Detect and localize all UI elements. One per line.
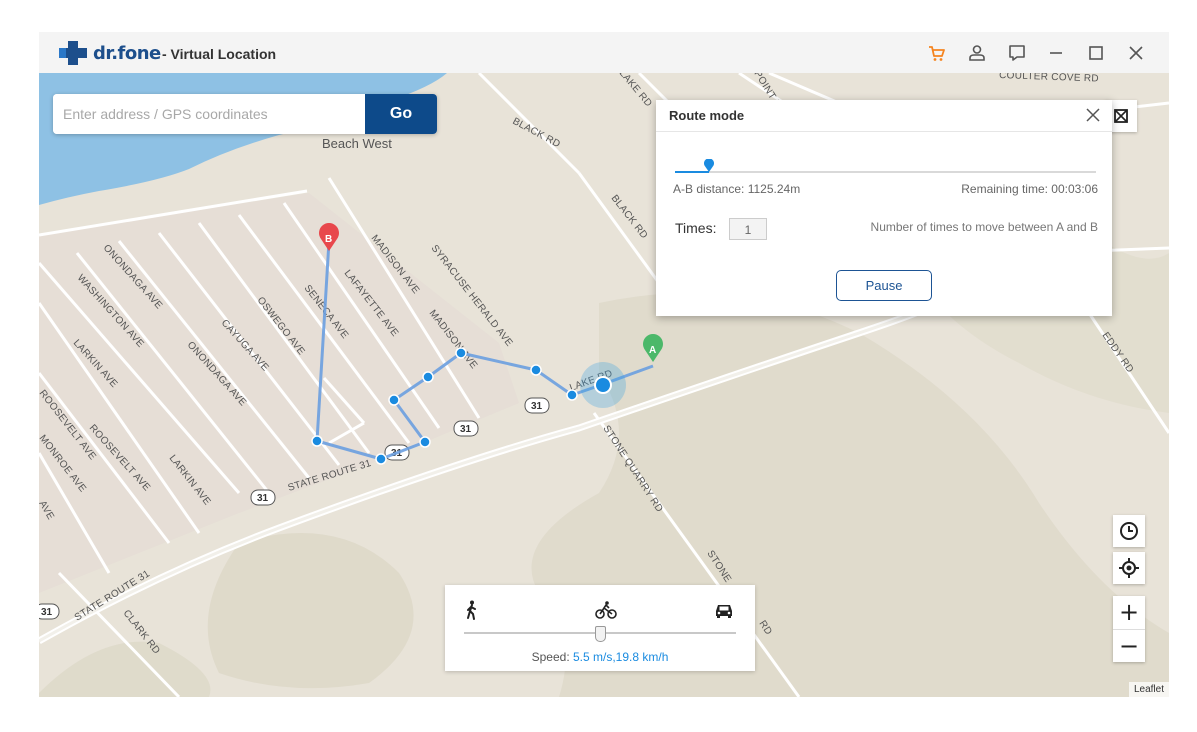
walk-icon[interactable] bbox=[461, 599, 483, 621]
feedback-icon[interactable] bbox=[1006, 42, 1028, 64]
remaining-time: Remaining time: 00:03:06 bbox=[961, 182, 1098, 196]
route-mode-panel: Route mode A-B distance: 1125.24m Remain… bbox=[656, 100, 1112, 316]
search-bar: Go bbox=[53, 94, 437, 134]
place-label-beach-west: Beach West bbox=[322, 136, 392, 151]
app-window: dr.fone - Virtual Location BLACK RD BLAC… bbox=[39, 32, 1169, 697]
car-icon[interactable] bbox=[713, 599, 735, 621]
map-view[interactable]: BLACK RD BLACK RD ONONDAGA AVE WASHINGTO… bbox=[39, 73, 1169, 697]
map-attribution[interactable]: Leaflet bbox=[1128, 682, 1169, 697]
cart-icon[interactable] bbox=[926, 42, 948, 64]
svg-text:31: 31 bbox=[257, 493, 269, 504]
zoom-out-button[interactable]: − bbox=[1113, 630, 1145, 662]
close-icon[interactable] bbox=[1084, 106, 1102, 124]
route-shield: 31 bbox=[250, 489, 276, 506]
svg-text:A: A bbox=[649, 345, 656, 356]
brand-name: dr.fone bbox=[93, 43, 161, 64]
route-shield: 31 bbox=[524, 397, 550, 414]
svg-text:B: B bbox=[325, 234, 332, 245]
speed-slider-handle[interactable] bbox=[595, 626, 606, 642]
speed-label: Speed: bbox=[531, 650, 573, 664]
zoom-control: + − bbox=[1113, 596, 1145, 662]
locate-icon[interactable] bbox=[1113, 552, 1145, 584]
go-button[interactable]: Go bbox=[365, 94, 437, 134]
speed-value: 5.5 m/s,19.8 km/h bbox=[573, 650, 669, 664]
route-mode-title: Route mode bbox=[669, 108, 745, 123]
pause-button[interactable]: Pause bbox=[836, 270, 932, 301]
svg-text:31: 31 bbox=[531, 401, 543, 412]
history-icon[interactable] bbox=[1113, 515, 1145, 547]
divider bbox=[656, 131, 1112, 132]
user-icon[interactable] bbox=[966, 42, 988, 64]
svg-text:31: 31 bbox=[460, 424, 472, 435]
current-location-marker bbox=[580, 362, 626, 408]
times-field[interactable]: 1 bbox=[729, 218, 767, 240]
times-hint: Number of times to move between A and B bbox=[870, 220, 1098, 234]
bike-icon[interactable] bbox=[595, 599, 617, 621]
minimize-icon[interactable] bbox=[1045, 42, 1067, 64]
svg-text:31: 31 bbox=[41, 607, 53, 618]
route-shield: 31 bbox=[39, 603, 60, 620]
zoom-in-button[interactable]: + bbox=[1113, 596, 1145, 628]
drfone-logo-icon bbox=[59, 41, 87, 65]
times-label: Times: bbox=[675, 220, 717, 236]
close-icon[interactable] bbox=[1125, 42, 1147, 64]
title-bar: dr.fone - Virtual Location bbox=[39, 32, 1169, 73]
route-progress-pin-icon bbox=[703, 159, 714, 172]
ab-distance: A-B distance: 1125.24m bbox=[673, 182, 801, 196]
route-shield: 31 bbox=[453, 420, 479, 437]
speed-readout: Speed: 5.5 m/s,19.8 km/h bbox=[445, 650, 755, 664]
window-subtitle: - Virtual Location bbox=[162, 46, 277, 62]
maximize-icon[interactable] bbox=[1085, 42, 1107, 64]
speed-panel: Speed: 5.5 m/s,19.8 km/h bbox=[445, 585, 755, 671]
search-input[interactable] bbox=[53, 94, 365, 134]
route-progress-track bbox=[675, 171, 1096, 173]
